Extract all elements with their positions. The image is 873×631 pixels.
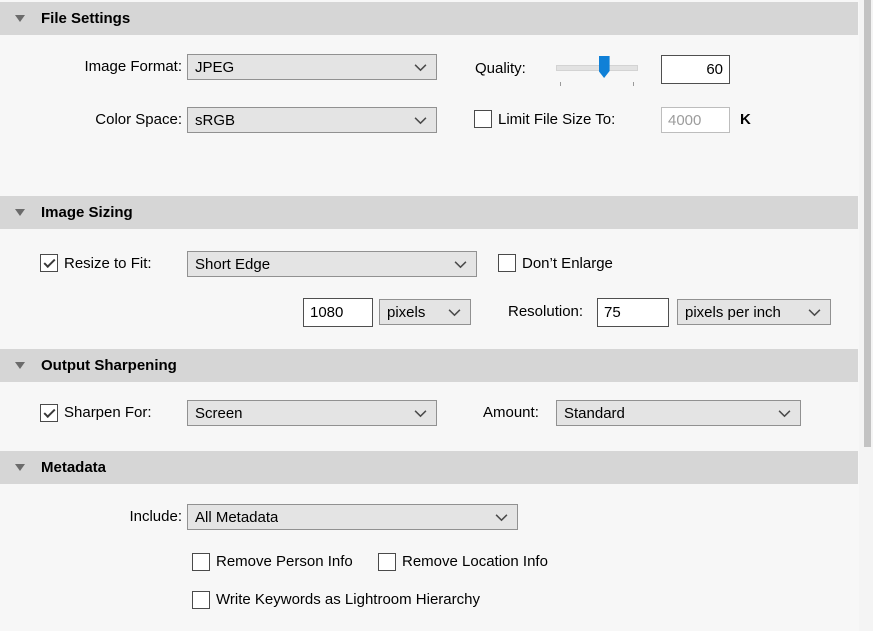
section-header-metadata[interactable]: Metadata <box>0 451 858 484</box>
export-settings-panel: File Settings Image Format: JPEG Quality… <box>0 0 873 631</box>
collapse-triangle-icon <box>15 209 25 216</box>
chevron-down-icon <box>808 308 821 317</box>
chevron-down-icon <box>414 116 427 125</box>
write-keywords-checkbox[interactable] <box>192 591 210 609</box>
amount-label: Amount: <box>483 400 539 426</box>
chevron-down-icon <box>778 409 791 418</box>
section-header-image-sizing[interactable]: Image Sizing <box>0 196 858 229</box>
chevron-down-icon <box>414 63 427 72</box>
resolution-unit-dropdown[interactable]: pixels per inch <box>677 299 831 325</box>
remove-person-info-checkbox[interactable] <box>192 553 210 571</box>
resolution-input[interactable] <box>597 298 669 327</box>
section-header-file-settings[interactable]: File Settings <box>0 2 858 35</box>
quality-input[interactable] <box>661 55 730 84</box>
quality-label: Quality: <box>475 56 526 82</box>
collapse-triangle-icon <box>15 362 25 369</box>
color-space-dropdown[interactable]: sRGB <box>187 107 437 133</box>
resolution-label: Resolution: <box>508 299 583 325</box>
section-title: Image Sizing <box>41 204 133 221</box>
chevron-down-icon <box>448 308 461 317</box>
sharpen-for-label: Sharpen For: <box>64 400 152 426</box>
remove-location-info-label: Remove Location Info <box>402 552 548 571</box>
color-space-label: Color Space: <box>0 107 182 133</box>
sharpen-for-value: Screen <box>195 405 243 422</box>
slider-tick <box>560 82 561 86</box>
dont-enlarge-checkbox[interactable] <box>498 254 516 272</box>
collapse-triangle-icon <box>15 15 25 22</box>
dimension-unit-value: pixels <box>387 304 425 321</box>
limit-file-size-checkbox[interactable] <box>474 110 492 128</box>
resize-to-fit-label: Resize to Fit: <box>64 251 152 277</box>
include-label: Include: <box>0 504 182 530</box>
collapse-triangle-icon <box>15 464 25 471</box>
limit-file-size-input <box>661 107 730 133</box>
resize-to-fit-checkbox[interactable] <box>40 254 58 272</box>
sharpen-for-dropdown[interactable]: Screen <box>187 400 437 426</box>
section-title: Output Sharpening <box>41 357 177 374</box>
write-keywords-label: Write Keywords as Lightroom Hierarchy <box>216 590 480 609</box>
scrollbar-track[interactable] <box>859 0 873 631</box>
section-header-output-sharpening[interactable]: Output Sharpening <box>0 349 858 382</box>
amount-dropdown[interactable]: Standard <box>556 400 801 426</box>
dimension-unit-dropdown[interactable]: pixels <box>379 299 471 325</box>
color-space-value: sRGB <box>195 112 235 129</box>
scrollbar-thumb[interactable] <box>864 0 871 447</box>
amount-value: Standard <box>564 405 625 422</box>
image-format-value: JPEG <box>195 59 234 76</box>
resolution-unit-value: pixels per inch <box>685 304 781 321</box>
include-value: All Metadata <box>195 509 278 526</box>
resize-mode-dropdown[interactable]: Short Edge <box>187 251 477 277</box>
dont-enlarge-label: Don’t Enlarge <box>522 251 613 277</box>
image-format-dropdown[interactable]: JPEG <box>187 54 437 80</box>
remove-person-info-label: Remove Person Info <box>216 552 353 571</box>
resize-mode-value: Short Edge <box>195 256 270 273</box>
include-dropdown[interactable]: All Metadata <box>187 504 518 530</box>
limit-file-size-label: Limit File Size To: <box>498 107 615 133</box>
sharpen-for-checkbox[interactable] <box>40 404 58 422</box>
quality-slider-thumb[interactable] <box>599 56 610 78</box>
remove-location-info-checkbox[interactable] <box>378 553 396 571</box>
chevron-down-icon <box>454 260 467 269</box>
slider-tick <box>633 82 634 86</box>
section-title: Metadata <box>41 459 106 476</box>
chevron-down-icon <box>414 409 427 418</box>
limit-file-size-unit-label: K <box>740 107 751 133</box>
chevron-down-icon <box>495 513 508 522</box>
quality-slider-track[interactable] <box>556 65 638 71</box>
image-format-label: Image Format: <box>0 54 182 80</box>
section-title: File Settings <box>41 10 130 27</box>
dimension-input[interactable] <box>303 298 373 327</box>
quality-slider[interactable] <box>556 56 638 88</box>
